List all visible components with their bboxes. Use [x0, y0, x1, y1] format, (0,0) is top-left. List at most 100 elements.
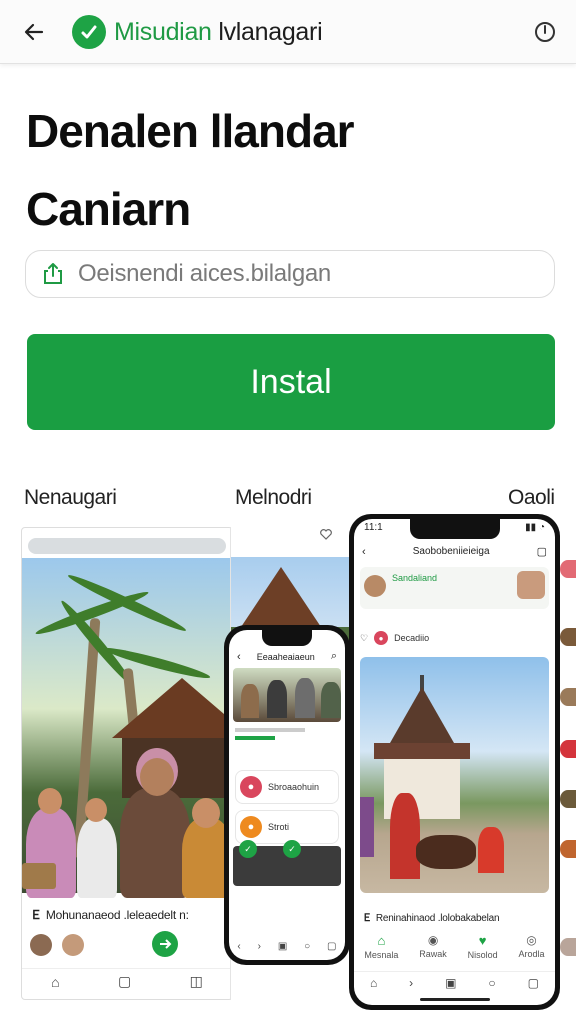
profile-banner[interactable]: Sandaliand	[360, 567, 549, 609]
chevron-right-icon[interactable]: ›	[258, 941, 261, 952]
recent-icon[interactable]: ▢	[327, 941, 336, 952]
person	[360, 797, 374, 857]
avatar	[62, 934, 84, 956]
house-wall	[122, 738, 232, 798]
chevron-left-icon[interactable]: ‹	[237, 651, 241, 663]
phone-large-tabbar: ⌂ Mesnala ◉ Rawak ♥ Nisolod ◎ Arodla	[354, 931, 555, 961]
chat-icon[interactable]: ▢	[537, 545, 547, 558]
brand-logo-icon	[72, 15, 106, 49]
chevron-left-icon[interactable]: ‹	[237, 941, 240, 952]
avatar	[560, 790, 576, 808]
badge-icon: ●	[374, 631, 389, 645]
tab-home[interactable]: ⌂ Mesnala	[364, 933, 398, 960]
back-button[interactable]	[18, 16, 50, 48]
home-indicator	[419, 998, 490, 1001]
page-title-line2: Caniarn	[26, 183, 191, 235]
brand-name: Misudian lvlanagari	[114, 17, 323, 47]
phone-notch	[262, 630, 312, 646]
tab-home-label: Mesnala	[364, 949, 399, 960]
person	[478, 827, 504, 873]
phone-small-row-2[interactable]: ● Stroti	[235, 810, 339, 844]
square-icon[interactable]: ▣	[445, 976, 456, 990]
status-time: 11:1	[364, 522, 383, 533]
text-placeholder	[235, 736, 275, 740]
heart-icon[interactable]	[319, 527, 333, 541]
person-head	[192, 798, 220, 828]
card-1-caption: Ｅ Mohunanaeod .leleaedelt n:	[30, 906, 189, 923]
square-icon[interactable]: ▣	[278, 941, 287, 952]
tab-user-label: Rawak	[419, 949, 447, 959]
install-button[interactable]: Instal	[27, 334, 555, 430]
tab-favorite[interactable]: ♥ Nisolod	[468, 933, 498, 960]
avatar	[364, 575, 386, 597]
page-title-line1: Denalen llandar	[26, 105, 355, 157]
text-placeholder	[235, 728, 305, 732]
screenshot-card-1[interactable]: Ｅ Mohunanaeod .leleaedelt n: ⌂ ▢ ◫	[21, 527, 233, 1000]
avatar	[560, 840, 576, 858]
tab-user[interactable]: ◉ Rawak	[419, 933, 447, 959]
home-icon[interactable]: ⌂	[51, 974, 59, 990]
power-button[interactable]	[530, 17, 560, 47]
avatar	[560, 688, 576, 706]
person	[267, 680, 287, 718]
mini-search-bar	[28, 538, 226, 554]
card-1-avatars	[30, 934, 84, 956]
heart-icon: ♥	[478, 932, 487, 948]
temple-roof	[390, 687, 454, 743]
arrow-left-icon	[24, 23, 44, 41]
app-brand: Misudian lvlanagari	[72, 14, 323, 50]
chevron-left-icon[interactable]: ‹	[362, 546, 366, 558]
avatar	[517, 571, 545, 599]
temple-photo	[360, 657, 549, 893]
circle-icon[interactable]: ○	[304, 941, 310, 952]
phone-small-title: Eeaaheaiaeun	[256, 651, 315, 662]
star-icon: ●	[240, 816, 262, 838]
activity-photo: ✓ ✓	[233, 840, 341, 886]
category-label-1[interactable]: Nenaugari	[24, 486, 117, 510]
brand-name-part1: Misudian	[114, 17, 212, 46]
share-icon	[44, 263, 62, 284]
share-arrow-icon[interactable]	[152, 931, 178, 957]
person	[295, 678, 315, 718]
phone-status-bar: 11:1 ▮▮ ◔	[364, 522, 545, 533]
group-photo	[233, 668, 341, 722]
avatar	[560, 560, 576, 578]
phone-mockup-large[interactable]: 11:1 ▮▮ ◔ ‹ Saobobeniieieiga ▢ Sandalian…	[349, 514, 560, 1010]
phone-large-header: ‹ Saobobeniieieiga ▢	[362, 545, 547, 559]
person	[241, 684, 259, 718]
phone-small-nav: ‹ › ▣ ○ ▢	[229, 936, 345, 956]
tab-favorite-label: Nisolod	[467, 949, 498, 960]
phone-large-title: Saobobeniieieiga	[412, 546, 490, 557]
phone-large-nav: ⌂ › ▣ ○ ▢	[354, 971, 555, 993]
home-icon[interactable]: ⌂	[370, 976, 377, 990]
avatar	[30, 934, 52, 956]
heart-icon[interactable]: ♡	[360, 633, 368, 644]
page-title: Denalen llandar Caniarn	[26, 92, 546, 248]
like-text: Decadiio	[394, 633, 430, 643]
phone-small-header: ‹ Eeaaheaiaeun ⌕	[237, 650, 337, 663]
phone-mockup-small[interactable]: ‹ Eeaaheaiaeun ⌕ ● Sbroaaohuin ● Stroti …	[224, 625, 350, 965]
tab-profile[interactable]: ◎ Arodla	[519, 933, 545, 959]
phone-small-row-1[interactable]: ● Sbroaaohuin	[235, 770, 339, 804]
tower-roof	[241, 567, 321, 627]
brand-name-part2: lvlanagari	[218, 17, 323, 46]
chevron-right-icon[interactable]: ›	[409, 976, 413, 990]
bookmark-icon[interactable]: ▢	[118, 973, 131, 990]
phone-large-caption: Ｅ Reninahinaod .lolobakabelan	[362, 909, 500, 924]
avatar	[560, 740, 576, 758]
check-icon: ✓	[239, 840, 257, 858]
phone-large-screen: 11:1 ▮▮ ◔ ‹ Saobobeniieieiga ▢ Sandalian…	[354, 519, 555, 1005]
phone-large-caption-text: Reninahinaod .lolobakabelan	[375, 913, 500, 924]
location-field[interactable]: Oeisnendi aices.bilalgan	[25, 250, 555, 298]
tab-profile-label: Arodla	[518, 949, 545, 959]
person-head	[85, 798, 107, 822]
temple-roof-lower	[374, 743, 470, 759]
village-photo	[22, 558, 232, 898]
check-icon: ✓	[283, 840, 301, 858]
search-icon[interactable]: ⌕	[331, 650, 337, 663]
menu-icon[interactable]: ◫	[190, 973, 203, 990]
circle-icon[interactable]: ○	[488, 976, 495, 990]
category-label-3[interactable]: Oaoli	[508, 486, 555, 510]
recent-icon[interactable]: ▢	[528, 976, 539, 990]
category-label-2[interactable]: Melnodri	[235, 486, 312, 510]
